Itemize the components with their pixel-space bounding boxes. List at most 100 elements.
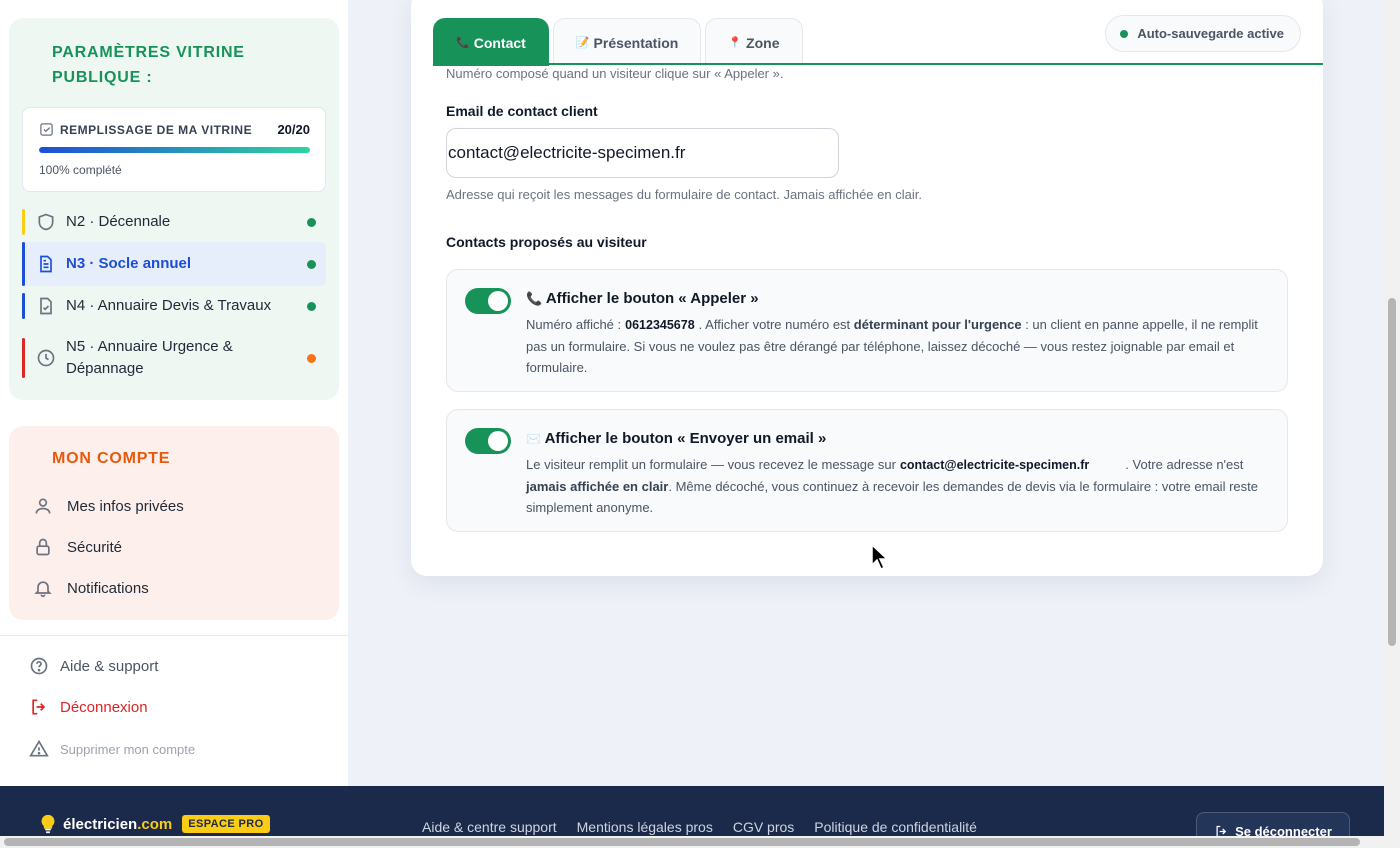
lightbulb-icon: [41, 814, 55, 834]
checkbox-icon: [40, 123, 53, 136]
vertical-scrollbar-thumb[interactable]: [1388, 298, 1396, 646]
footer-link-privacy[interactable]: Politique de confidentialité: [814, 819, 977, 835]
email-hint: Adresse qui reçoit les messages du formu…: [446, 187, 922, 202]
mouse-cursor-icon: [871, 543, 889, 571]
logout-link[interactable]: Déconnexion: [29, 697, 148, 717]
progress-label: REMPLISSAGE DE MA VITRINE: [39, 122, 252, 137]
shield-icon: [38, 213, 54, 231]
vitrine-progress-box: REMPLISSAGE DE MA VITRINE 20/20 100% com…: [22, 107, 326, 192]
status-dot: [307, 218, 316, 227]
sidebar-item-label: Mes infos privées: [67, 497, 184, 515]
sidebar-item-label: N4 · Annuaire Devis & Travaux: [66, 297, 272, 314]
email-option-description: Le visiteur remplit un formulaire — vous…: [526, 457, 1258, 515]
envelope-icon: ✉️: [526, 432, 541, 446]
memo-icon: 📝: [575, 37, 590, 49]
phone-hint: Numéro composé quand un visiteur clique …: [446, 66, 784, 81]
horizontal-scrollbar[interactable]: [0, 836, 1384, 848]
help-circle-icon: [30, 657, 48, 675]
tab-label: Contact: [473, 34, 526, 51]
email-button-option: ✉️ Afficher le bouton « Envoyer un email…: [446, 409, 1288, 532]
tab-presentation[interactable]: 📝 Présentation: [552, 18, 702, 66]
email-button-toggle[interactable]: [465, 428, 511, 454]
call-option-description: Numéro affiché :0612345678. Afficher vot…: [526, 317, 1258, 375]
account-card: MON COMPTE Mes infos privées Sécurité No…: [9, 426, 339, 620]
brand-name: électricien: [63, 815, 138, 833]
account-title: MON COMPTE: [52, 450, 171, 467]
sidebar-divider: [0, 635, 348, 636]
call-button-toggle[interactable]: [465, 288, 511, 314]
tab-label: Présentation: [593, 34, 679, 51]
help-support-label: Aide & support: [60, 657, 159, 675]
progress-percent: 100% complété: [39, 163, 122, 177]
call-button-option: 📞 Afficher le bouton « Appeler » Numéro …: [446, 269, 1288, 392]
horizontal-scrollbar-thumb[interactable]: [4, 838, 1360, 846]
sidebar-item-label: Sécurité: [67, 538, 123, 556]
footer-link-cgv[interactable]: CGV pros: [733, 819, 794, 835]
footer-link-legal[interactable]: Mentions légales pros: [577, 819, 713, 835]
brand-tld: .com: [137, 815, 173, 833]
displayed-phone: 0612345678: [625, 318, 695, 332]
sidebar-item-n5[interactable]: N5 · Annuaire Urgence & Dépannage: [22, 338, 326, 378]
autosave-badge: Auto-sauvegarde active: [1105, 15, 1301, 52]
help-support-link[interactable]: Aide & support: [29, 656, 158, 676]
sidebar-item-label: N3 · Socle annuel: [66, 255, 192, 272]
level-stripe: [22, 293, 25, 319]
call-option-title: 📞 Afficher le bouton « Appeler »: [526, 290, 759, 307]
footer-links: Aide & centre support Mentions légales p…: [422, 819, 977, 835]
checklist-icon: [40, 297, 52, 315]
level-stripe: [22, 209, 25, 235]
progress-bar-fill: [39, 147, 310, 153]
sidebar-item-security[interactable]: Sécurité: [33, 537, 122, 557]
delete-account-link[interactable]: Supprimer mon compte: [29, 739, 195, 759]
status-dot: [307, 354, 316, 363]
sidebar-item-notifications[interactable]: Notifications: [33, 578, 149, 598]
user-icon: [35, 498, 51, 514]
sidebar: PARAMÈTRES VITRINE PUBLIQUE : REMPLISSAG…: [0, 0, 348, 786]
autosave-status-dot: [1120, 29, 1129, 38]
vertical-scrollbar[interactable]: [1384, 0, 1400, 848]
logout-icon: [32, 699, 46, 715]
email-field-label: Email de contact client: [446, 103, 598, 119]
sidebar-item-label: N5 · Annuaire Urgence & Dépannage: [66, 338, 233, 377]
email-option-title: ✉️ Afficher le bouton « Envoyer un email…: [526, 430, 827, 447]
vitrine-settings-card: PARAMÈTRES VITRINE PUBLIQUE : REMPLISSAG…: [9, 18, 339, 400]
brand-logo[interactable]: électricien .com ESPACE PRO: [37, 812, 270, 836]
status-dot: [307, 260, 316, 269]
status-dot: [307, 302, 316, 311]
pin-icon: 📍: [728, 37, 743, 49]
level-stripe: [22, 338, 25, 378]
phone-icon: 📞: [456, 37, 470, 49]
visitor-contacts-title: Contacts proposés au visiteur: [446, 234, 647, 250]
tab-contact[interactable]: 📞 Contact: [433, 18, 549, 66]
toggle-knob: [488, 291, 508, 311]
sidebar-item-label: N2 · Décennale: [66, 213, 171, 230]
vitrine-settings-title: PARAMÈTRES VITRINE PUBLIQUE :: [52, 44, 245, 86]
sidebar-item-private-info[interactable]: Mes infos privées: [33, 496, 184, 516]
clock-icon: [37, 349, 55, 367]
delete-account-label: Supprimer mon compte: [60, 741, 196, 757]
tab-label: Zone: [746, 34, 780, 51]
footer-link-support[interactable]: Aide & centre support: [422, 819, 557, 835]
tab-zone[interactable]: 📍 Zone: [705, 18, 803, 66]
level-stripe: [22, 242, 25, 286]
sidebar-item-label: Notifications: [67, 579, 149, 597]
espace-pro-badge: ESPACE PRO: [182, 815, 270, 833]
sidebar-item-n3[interactable]: N3 · Socle annuel: [22, 242, 326, 286]
phone-icon: 📞: [526, 291, 543, 306]
tab-underline: [433, 63, 1323, 65]
progress-count: 20/20: [277, 122, 310, 137]
document-icon: [40, 255, 52, 273]
settings-tabs: 📞 Contact 📝 Présentation 📍 Zone: [433, 18, 803, 66]
logout-label: Déconnexion: [60, 698, 148, 716]
displayed-email: contact@electricite-specimen.fr: [899, 458, 1090, 472]
toggle-knob: [488, 431, 508, 451]
contact-email-input[interactable]: [446, 128, 839, 178]
sidebar-item-n2[interactable]: N2 · Décennale: [22, 209, 326, 235]
lock-icon: [36, 538, 50, 556]
autosave-label: Auto-sauvegarde active: [1137, 26, 1284, 41]
warning-icon: [29, 739, 49, 757]
contact-settings-card: 📞 Contact 📝 Présentation 📍 Zone Auto-sau…: [411, 0, 1323, 576]
sidebar-item-n4[interactable]: N4 · Annuaire Devis & Travaux: [22, 293, 326, 319]
bell-icon: [34, 581, 52, 598]
progress-bar: [39, 147, 310, 153]
